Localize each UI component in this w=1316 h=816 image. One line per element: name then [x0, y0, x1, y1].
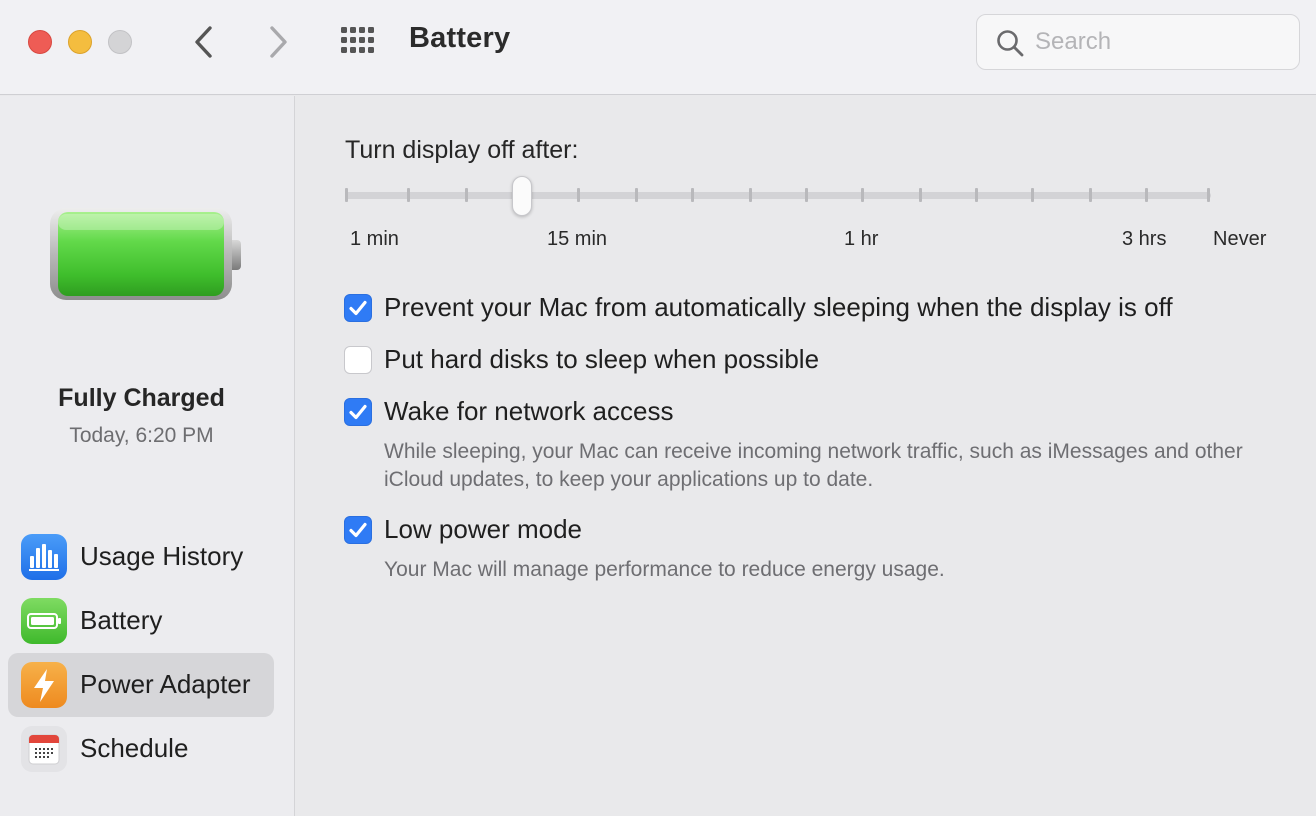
slider-title: Turn display off after:: [345, 136, 579, 164]
slider-tick: [861, 188, 864, 202]
forward-button[interactable]: [258, 22, 298, 62]
search-icon: [997, 30, 1024, 57]
tick-label-1-min: 1 min: [350, 228, 399, 250]
sidebar: Fully Charged Today, 6:20 PM Usage Histo…: [0, 96, 295, 816]
show-all-button[interactable]: [338, 24, 378, 58]
close-button[interactable]: [28, 30, 52, 54]
window-title: Battery: [409, 22, 511, 54]
sidebar-item-schedule[interactable]: Schedule: [8, 717, 274, 781]
slider-thumb[interactable]: [512, 176, 532, 216]
charge-status: Fully Charged: [58, 384, 225, 412]
checkmark-icon: [349, 300, 367, 316]
checkmark-icon: [349, 522, 367, 538]
slider-tick: [1031, 188, 1034, 202]
slider-track: [345, 192, 1211, 199]
tick-label-never: Never: [1213, 228, 1267, 250]
slider-tick: [919, 188, 922, 202]
sidebar-item-label: Power Adapter: [80, 669, 251, 699]
slider-tick: [1207, 188, 1210, 202]
calendar-icon: [21, 726, 67, 772]
slider-tick: [805, 188, 808, 202]
slider-tick: [345, 188, 348, 202]
tick-label-1-hr: 1 hr: [844, 228, 879, 250]
main-panel: Turn display off after: 1 min 15 min 1 h…: [296, 96, 1316, 816]
slider-tick: [975, 188, 978, 202]
option-label: Low power mode: [384, 514, 582, 544]
slider-tick: [1145, 188, 1148, 202]
slider-tick: [749, 188, 752, 202]
minimize-button[interactable]: [68, 30, 92, 54]
sidebar-item-usage-history[interactable]: Usage History: [8, 525, 274, 589]
disk-sleep-checkbox[interactable]: [344, 346, 372, 374]
sidebar-item-battery[interactable]: Battery: [8, 589, 274, 653]
search-field[interactable]: [976, 14, 1300, 70]
tick-label-3-hrs: 3 hrs: [1122, 228, 1167, 250]
sidebar-item-power-adapter[interactable]: Power Adapter: [8, 653, 274, 717]
battery-icon: [21, 598, 67, 644]
option-description: Your Mac will manage performance to redu…: [384, 558, 945, 581]
bolt-icon: [21, 662, 67, 708]
grid-icon: [341, 27, 374, 53]
slider-tick: [1089, 188, 1092, 202]
slider-tick: [407, 188, 410, 202]
option-label: Wake for network access: [384, 396, 674, 426]
display-sleep-slider[interactable]: [345, 176, 1211, 220]
sidebar-item-label: Usage History: [80, 541, 244, 571]
option-label: Prevent your Mac from automatically slee…: [384, 292, 1173, 322]
slider-tick: [577, 188, 580, 202]
search-input[interactable]: [1035, 23, 1285, 61]
zoom-button[interactable]: [108, 30, 132, 54]
back-button[interactable]: [184, 22, 224, 62]
chevron-left-icon: [195, 26, 212, 58]
sidebar-item-label: Schedule: [80, 733, 189, 763]
chevron-right-icon: [270, 26, 287, 58]
slider-tick: [635, 188, 638, 202]
battery-level-icon: [50, 208, 241, 300]
option-label: Put hard disks to sleep when possible: [384, 344, 820, 374]
window-toolbar: Battery: [0, 0, 1316, 95]
prevent-sleep-checkbox[interactable]: [344, 294, 372, 322]
wake-network-checkbox[interactable]: [344, 398, 372, 426]
sidebar-item-label: Battery: [80, 605, 163, 635]
chart-icon: [21, 534, 67, 580]
slider-tick: [465, 188, 468, 202]
checkmark-icon: [349, 404, 367, 420]
tick-label-15-min: 15 min: [547, 228, 608, 250]
low-power-checkbox[interactable]: [344, 516, 372, 544]
option-description: While sleeping, your Mac can receive inc…: [384, 440, 1243, 491]
slider-tick: [691, 188, 694, 202]
charge-time: Today, 6:20 PM: [69, 424, 214, 447]
